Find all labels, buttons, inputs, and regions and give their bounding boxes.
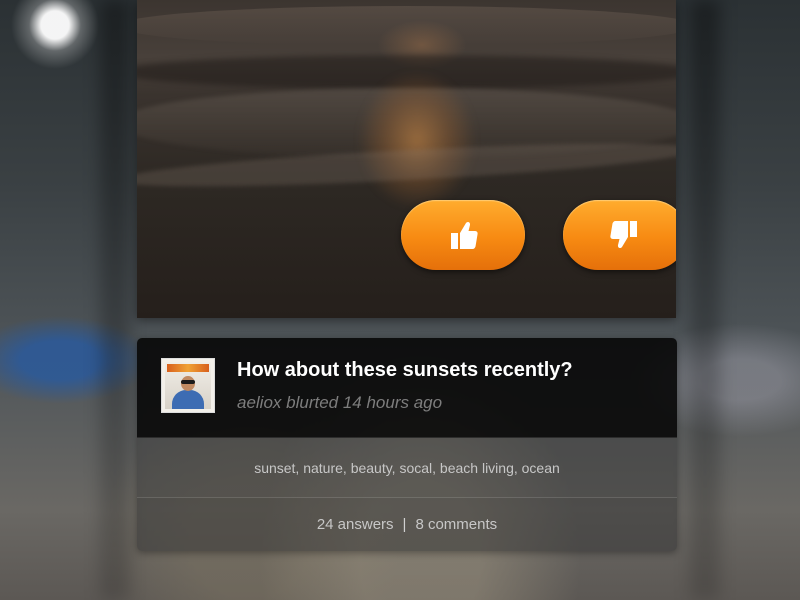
- thumbs-down-icon: [610, 221, 637, 249]
- post-stats: 24 answers | 8 comments: [137, 498, 677, 551]
- post-question[interactable]: How about these sunsets recently?: [237, 359, 573, 382]
- post-header: How about these sunsets recently? aeliox…: [137, 338, 677, 438]
- comments-link[interactable]: 8 comments: [415, 516, 497, 533]
- dislike-button[interactable]: [563, 200, 676, 270]
- background-blur: [100, 0, 130, 600]
- answers-link[interactable]: 24 answers: [317, 516, 394, 533]
- post-card: How about these sunsets recently? aeliox…: [137, 338, 677, 551]
- avatar-banner: [167, 364, 209, 372]
- background-blur: [690, 0, 720, 600]
- like-button[interactable]: [401, 200, 525, 270]
- avatar-image: [165, 362, 211, 409]
- sunset-photo: [137, 0, 676, 318]
- avatar-body: [172, 390, 204, 409]
- stats-separator: |: [402, 516, 407, 533]
- avatar-glasses: [181, 380, 195, 384]
- tags-text[interactable]: sunset, nature, beauty, socal, beach liv…: [254, 460, 560, 476]
- avatar[interactable]: [161, 358, 215, 413]
- thumbs-up-icon: [451, 221, 478, 249]
- post-tags: sunset, nature, beauty, socal, beach liv…: [137, 438, 677, 498]
- post-byline: aeliox blurted 14 hours ago: [237, 393, 443, 412]
- photo-reflection: [357, 70, 477, 210]
